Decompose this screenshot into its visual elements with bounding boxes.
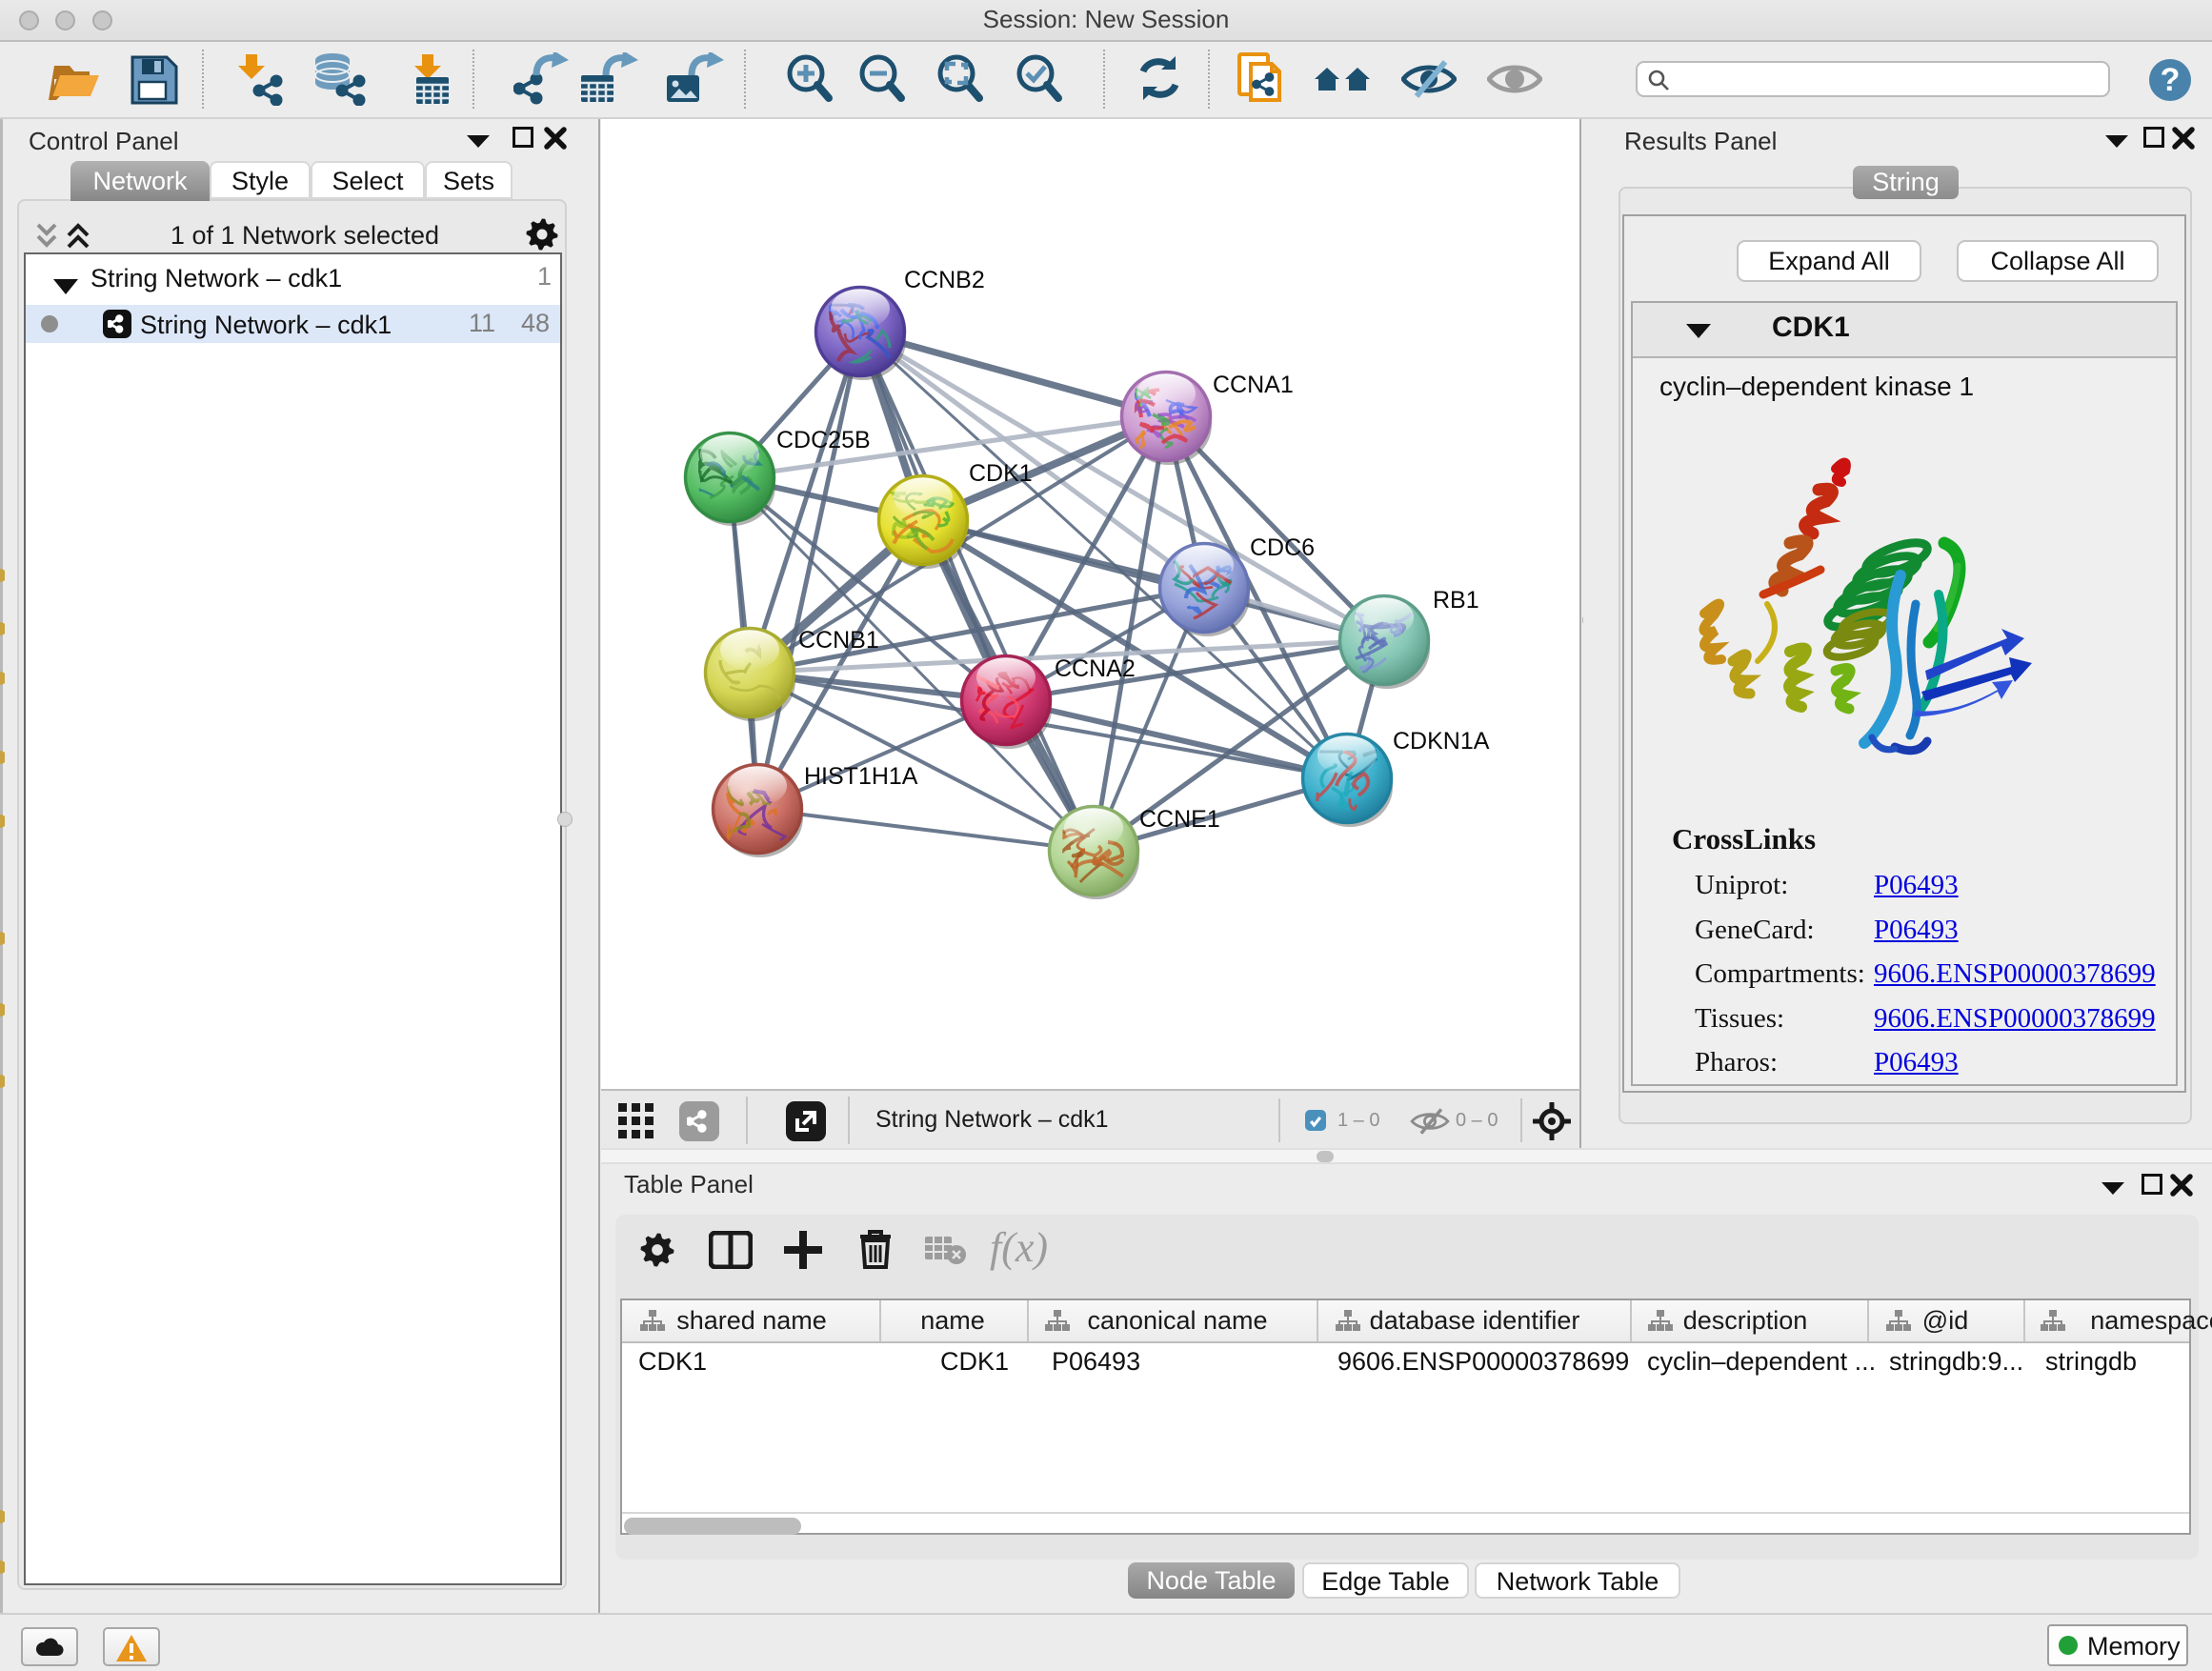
svg-text:CDC6: CDC6 [1250, 534, 1315, 561]
svg-text:CCNB1: CCNB1 [798, 627, 879, 654]
svg-text:CDC25B: CDC25B [776, 427, 871, 453]
svg-text:CDKN1A: CDKN1A [1393, 728, 1490, 755]
svg-text:HIST1H1A: HIST1H1A [804, 763, 918, 790]
svg-text:CCNB2: CCNB2 [904, 267, 985, 293]
svg-text:RB1: RB1 [1433, 587, 1479, 614]
svg-text:CCNA1: CCNA1 [1213, 372, 1294, 398]
svg-text:CCNA2: CCNA2 [1055, 655, 1136, 682]
svg-text:CDK1: CDK1 [969, 460, 1033, 487]
svg-text:CCNE1: CCNE1 [1139, 806, 1220, 833]
